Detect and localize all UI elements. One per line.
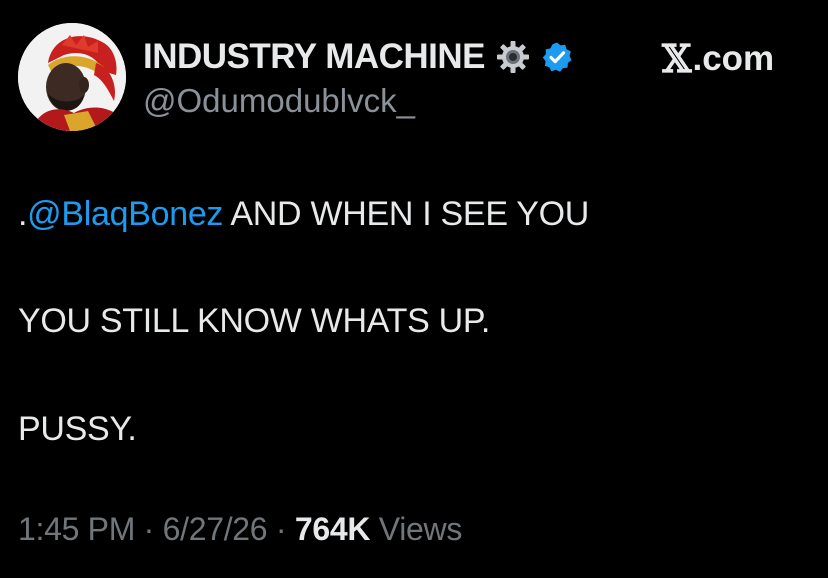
verified-icon[interactable]: [541, 41, 573, 73]
tweet-text-line-2: YOU STILL KNOW WHATS UP.: [18, 302, 491, 340]
site-label: 𝕏 .com: [662, 36, 774, 81]
views-count[interactable]: 764K: [295, 511, 371, 547]
tweet-text-line-1-rest: AND WHEN I SEE YOU: [223, 195, 590, 233]
views-label: Views: [370, 511, 463, 547]
tweet-text-line-1: .@BlaqBonez AND WHEN I SEE YOU: [18, 195, 589, 234]
meta-separator: ·: [135, 511, 163, 547]
site-label-suffix: .com: [692, 38, 775, 78]
tweet-time[interactable]: 1:45 PM: [18, 511, 135, 547]
author-handle[interactable]: @Odumodublvck_: [143, 82, 415, 120]
author-row: INDUSTRY MACHINE: [143, 36, 573, 78]
gear-icon: [495, 39, 531, 75]
tweet-meta: 1:45 PM · 6/27/26 · 764K Views: [18, 511, 462, 548]
meta-separator: ·: [267, 511, 295, 547]
avatar-image: [18, 23, 126, 131]
author-display-name[interactable]: INDUSTRY MACHINE: [143, 37, 486, 77]
x-logo-icon: 𝕏: [662, 36, 692, 81]
mention-link[interactable]: @BlaqBonez: [27, 195, 223, 233]
mention-prefix: .: [18, 195, 28, 233]
tweet-text-line-3: PUSSY.: [18, 410, 137, 448]
avatar[interactable]: [18, 23, 126, 131]
tweet-date[interactable]: 6/27/26: [163, 511, 268, 547]
